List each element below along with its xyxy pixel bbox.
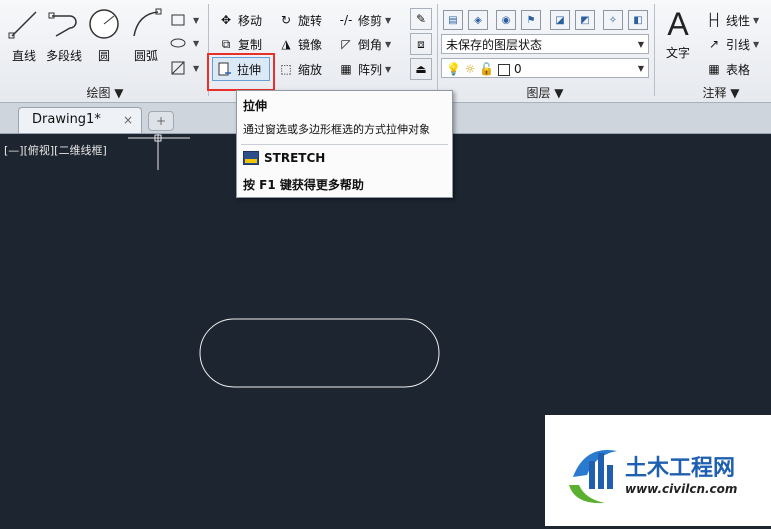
chevron-down-icon[interactable]: ▼: [385, 16, 391, 25]
stretch-highlight-box: [207, 53, 275, 91]
rectangle-tool[interactable]: ▼: [170, 10, 199, 30]
lightbulb-icon: 💡: [446, 62, 461, 76]
eraser-icon: ✎: [415, 12, 427, 26]
explode-tool[interactable]: ⧈: [410, 33, 432, 55]
mirror-tool[interactable]: ◮ 镜像: [278, 34, 322, 54]
chevron-down-icon[interactable]: ▼: [193, 64, 199, 73]
layer-freeze-icon[interactable]: ⚑: [521, 10, 541, 30]
new-tab-button[interactable]: +: [148, 111, 174, 131]
layer-previous-icon[interactable]: ◩: [575, 10, 595, 30]
text-icon: A: [667, 6, 689, 42]
command-icon: [243, 151, 259, 165]
sun-icon: ☼: [464, 62, 476, 76]
rectangle-icon: [170, 12, 186, 28]
ellipse-icon: [170, 35, 186, 51]
circle-icon: [89, 9, 119, 39]
arc-icon: [133, 8, 162, 37]
panel-divider: [437, 4, 438, 96]
polyline-icon: [48, 12, 77, 37]
chevron-down-icon[interactable]: ▼: [385, 40, 391, 49]
line-label: 直线: [11, 49, 36, 63]
move-icon: ✥: [220, 13, 232, 27]
layer-isolate-icon[interactable]: ◈: [468, 10, 488, 30]
linear-dim-tool[interactable]: ├┤ 线性 ▼: [706, 10, 759, 30]
explode-icon: ⧈: [417, 36, 425, 51]
layer-panel-title[interactable]: 图层 ▼: [500, 84, 590, 100]
text-tool[interactable]: A 文字: [656, 6, 700, 61]
layer-properties-icon[interactable]: ▤: [443, 10, 463, 30]
circle-tool[interactable]: 圆: [82, 6, 126, 64]
trim-tool[interactable]: -/- 修剪 ▼: [338, 10, 392, 30]
text-label: 文字: [665, 46, 690, 60]
color-swatch: [498, 63, 511, 76]
svg-text:土木工程网: 土木工程网: [625, 456, 735, 481]
move-tool[interactable]: ✥ 移动: [218, 10, 262, 30]
tooltip-help: 按 F1 键获得更多帮助: [243, 178, 364, 192]
line-tool[interactable]: 直线: [2, 6, 46, 64]
layer-unlock-icon[interactable]: ◧: [628, 10, 648, 30]
rotate-icon: ↻: [280, 13, 292, 27]
line-icon: [8, 11, 37, 39]
stretch-tooltip: 拉伸 通过窗选或多边形框选的方式拉伸对象 STRETCH 按 F1 键获得更多帮…: [236, 90, 453, 198]
plus-icon: +: [155, 114, 167, 128]
table-icon: ▦: [708, 62, 720, 76]
leader-tool[interactable]: ↗ 引线 ▼: [706, 34, 759, 54]
rotate-tool[interactable]: ↻ 旋转: [278, 10, 322, 30]
chevron-down-icon[interactable]: ▼: [385, 65, 391, 74]
linear-dimension-icon: ├┤: [706, 13, 722, 27]
chamfer-icon: ◸: [341, 37, 351, 51]
chamfer-tool[interactable]: ◸ 倒角 ▼: [338, 34, 391, 54]
chevron-down-icon: ▼: [637, 40, 644, 49]
slot-shape[interactable]: [199, 318, 440, 388]
hatch-icon: [170, 60, 186, 76]
drawing-tab[interactable]: Drawing1* ×: [18, 107, 142, 133]
copy-icon: ⧉: [221, 36, 231, 51]
tooltip-description: 通过窗选或多边形框选的方式拉伸对象: [243, 123, 430, 136]
chevron-down-icon: ▼: [637, 64, 644, 73]
scale-icon: ⬚: [280, 62, 292, 76]
layer-off-icon[interactable]: ◉: [496, 10, 516, 30]
erase-tool[interactable]: ✎: [410, 8, 432, 30]
polyline-tool[interactable]: 多段线: [42, 6, 86, 64]
arc-tool[interactable]: 圆弧: [124, 6, 168, 64]
ribbon: 直线 多段线 圆 圆弧 ▼ ▼ ▼ 绘图 ▼ ✥ 移动 ↻ 旋转 -/- 修剪 ▼ ⧉ 复…: [0, 0, 771, 103]
polyline-label: 多段线: [45, 49, 82, 63]
arc-label: 圆弧: [133, 49, 158, 63]
unlock-icon: 🔓: [479, 62, 495, 76]
chevron-down-icon[interactable]: ▼: [753, 16, 759, 25]
close-icon[interactable]: ×: [123, 108, 133, 132]
tooltip-title: 拉伸: [243, 99, 268, 113]
chevron-down-icon[interactable]: ▼: [193, 16, 199, 25]
table-tool[interactable]: ▦ 表格: [706, 59, 750, 79]
leader-icon: ↗: [708, 37, 720, 51]
offset-icon: ⏏: [415, 62, 427, 76]
copy-tool[interactable]: ⧉ 复制: [218, 34, 262, 54]
hatch-tool[interactable]: ▼: [170, 33, 199, 53]
trim-icon: -/-: [339, 13, 353, 27]
svg-text:www.civilcn.com: www.civilcn.com: [625, 482, 737, 496]
watermark-logo: 土木工程网 www.civilcn.com: [545, 415, 771, 526]
region-tool[interactable]: ▼: [170, 58, 199, 78]
annotation-panel-title[interactable]: 注释 ▼: [676, 84, 766, 100]
offset-tool[interactable]: ⏏: [410, 58, 432, 80]
tooltip-divider: [241, 144, 448, 145]
current-layer-dropdown[interactable]: 💡 ☼ 🔓 0 ▼: [441, 58, 649, 78]
layer-lock-icon[interactable]: ✧: [603, 10, 623, 30]
draw-panel-title[interactable]: 绘图 ▼: [60, 84, 150, 100]
chevron-down-icon[interactable]: ▼: [753, 40, 759, 49]
layer-match-icon[interactable]: ◪: [550, 10, 570, 30]
scale-tool[interactable]: ⬚ 缩放: [278, 59, 322, 79]
logo-icon: 土木工程网 www.civilcn.com: [569, 450, 737, 504]
array-tool[interactable]: ▦ 阵列 ▼: [338, 59, 391, 79]
panel-divider: [654, 4, 655, 96]
array-icon: ▦: [340, 62, 352, 76]
chevron-down-icon[interactable]: ▼: [193, 39, 199, 48]
mirror-icon: ◮: [281, 37, 291, 51]
layer-state-dropdown[interactable]: 未保存的图层状态 ▼: [441, 34, 649, 54]
tooltip-command: STRETCH: [243, 151, 325, 165]
circle-label: 圆: [97, 49, 110, 63]
